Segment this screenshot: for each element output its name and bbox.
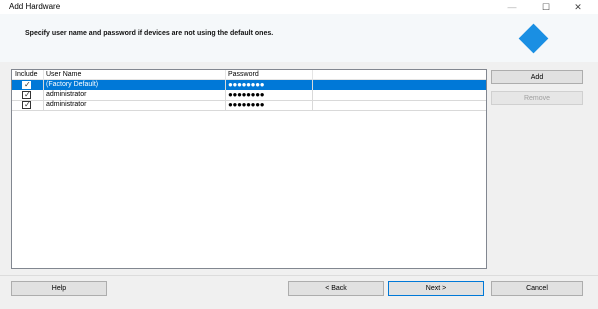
window-title: Add Hardware xyxy=(9,2,61,11)
next-button[interactable]: Next > xyxy=(388,281,484,296)
checkmark-icon: ✓ xyxy=(24,90,31,99)
title-bar: Add Hardware — ☐ ✕ xyxy=(0,0,598,14)
close-icon: ✕ xyxy=(574,1,582,12)
table-row[interactable]: ✓ administrator ●●●●●●●● xyxy=(12,90,486,100)
include-checkbox[interactable]: ✓ xyxy=(22,100,31,109)
checkmark-icon: ✓ xyxy=(24,80,31,89)
column-divider[interactable] xyxy=(312,70,313,79)
table-row[interactable]: ✓ (Factory Default) ●●●●●●●● xyxy=(12,80,486,90)
column-gridline xyxy=(43,80,44,110)
column-divider[interactable] xyxy=(43,70,44,79)
row-divider xyxy=(12,110,486,111)
column-gridline xyxy=(225,80,226,110)
back-button[interactable]: < Back xyxy=(288,281,384,296)
remove-button[interactable]: Remove xyxy=(491,91,583,105)
list-header: Include User Name Password xyxy=(12,70,486,80)
password-cell: ●●●●●●●● xyxy=(228,80,265,89)
close-button[interactable]: ✕ xyxy=(564,0,592,14)
minimize-button[interactable]: — xyxy=(498,0,526,14)
column-header-include[interactable]: Include xyxy=(15,71,38,78)
password-cell: ●●●●●●●● xyxy=(228,100,265,109)
footer-divider xyxy=(0,275,598,276)
wizard-header xyxy=(0,14,598,62)
column-gridline xyxy=(312,80,313,110)
user-name-cell: (Factory Default) xyxy=(46,81,99,88)
include-checkbox[interactable]: ✓ xyxy=(22,80,31,89)
column-divider[interactable] xyxy=(225,70,226,79)
column-header-password[interactable]: Password xyxy=(228,71,259,78)
maximize-icon: ☐ xyxy=(541,1,551,12)
instruction-text: Specify user name and password if device… xyxy=(25,30,274,37)
cancel-button[interactable]: Cancel xyxy=(491,281,583,296)
minimize-icon: — xyxy=(507,2,517,12)
user-name-cell: administrator xyxy=(46,91,87,98)
credentials-list[interactable]: Include User Name Password ✓ (Factory De… xyxy=(11,69,487,269)
help-button[interactable]: Help xyxy=(11,281,107,296)
checkmark-icon: ✓ xyxy=(24,100,31,109)
column-header-user-name[interactable]: User Name xyxy=(46,71,81,78)
include-checkbox[interactable]: ✓ xyxy=(22,90,31,99)
add-button[interactable]: Add xyxy=(491,70,583,84)
password-cell: ●●●●●●●● xyxy=(228,90,265,99)
user-name-cell: administrator xyxy=(46,101,87,108)
maximize-button[interactable]: ☐ xyxy=(532,0,560,14)
table-row[interactable]: ✓ administrator ●●●●●●●● xyxy=(12,100,486,110)
